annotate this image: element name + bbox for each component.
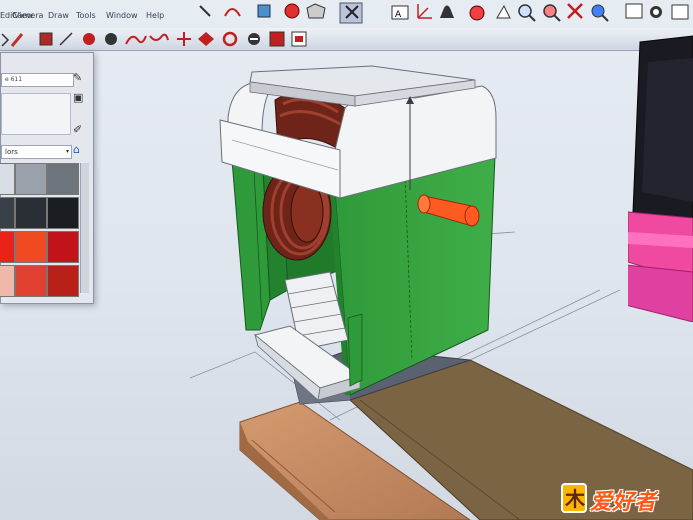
zoom-icon[interactable] <box>518 4 536 22</box>
axes-icon[interactable] <box>417 4 432 19</box>
watermark: 木 爱好者 <box>560 478 690 518</box>
pencil-icon[interactable] <box>199 5 211 17</box>
pan-icon[interactable] <box>496 4 511 19</box>
model-viewport[interactable] <box>0 22 693 520</box>
watermark-logo-char: 木 <box>564 487 586 511</box>
material-library-value: lors <box>5 148 18 156</box>
watermark-logo: 木 <box>561 483 587 513</box>
circle-icon[interactable] <box>284 3 300 19</box>
eyedropper-icon[interactable]: ✎ <box>73 71 82 84</box>
component-icon[interactable] <box>650 6 662 18</box>
material-swatch[interactable] <box>47 163 79 195</box>
material-swatch[interactable] <box>15 197 47 229</box>
scene-icon[interactable] <box>671 4 689 20</box>
sketchup-window: Edit View Camera Draw Tools Window Help … <box>0 0 693 520</box>
previous-view-icon[interactable] <box>591 4 609 22</box>
material-swatch[interactable] <box>47 197 79 229</box>
text-icon[interactable]: A <box>391 5 409 20</box>
zoom-window-icon[interactable] <box>543 4 561 22</box>
zoom-extents-icon[interactable] <box>567 3 583 19</box>
svg-text:A: A <box>395 10 402 20</box>
model-drawing <box>189 65 693 520</box>
watermark-text: 爱好者 <box>590 490 657 515</box>
material-swatch[interactable] <box>47 231 79 263</box>
material-swatch[interactable] <box>15 231 47 263</box>
motor-housing <box>219 65 497 401</box>
chevron-down-icon: ▾ <box>65 148 69 155</box>
material-swatch[interactable] <box>0 265 15 297</box>
home-icon[interactable]: ⌂ <box>73 143 80 156</box>
material-swatch[interactable] <box>47 265 79 297</box>
material-name-field[interactable]: e 611 <box>1 73 74 87</box>
background-object-right <box>628 35 693 322</box>
select-icon[interactable] <box>339 2 363 24</box>
material-swatch[interactable] <box>0 163 15 195</box>
material-library-select[interactable]: lors ▾ <box>1 145 72 159</box>
swatch-scrollbar[interactable] <box>80 163 89 293</box>
material-swatch[interactable] <box>0 197 15 229</box>
material-swatch[interactable] <box>15 265 47 297</box>
create-material-icon[interactable]: ▣ <box>73 91 83 104</box>
polygon-icon[interactable] <box>306 3 326 19</box>
material-swatch[interactable] <box>15 163 47 195</box>
arc-icon[interactable] <box>224 8 241 17</box>
materials-panel[interactable]: e 611 lors ▾ ✎ ▣ ✐ ⌂ <box>0 52 94 304</box>
rectangle-plain-icon[interactable] <box>625 3 643 19</box>
material-swatch[interactable] <box>0 231 15 263</box>
orbit-icon[interactable] <box>469 5 485 21</box>
bell-icon[interactable] <box>440 5 454 19</box>
sample-paint-icon[interactable]: ✐ <box>73 123 82 136</box>
rectangle-icon[interactable] <box>257 4 271 18</box>
material-preview <box>1 93 71 135</box>
